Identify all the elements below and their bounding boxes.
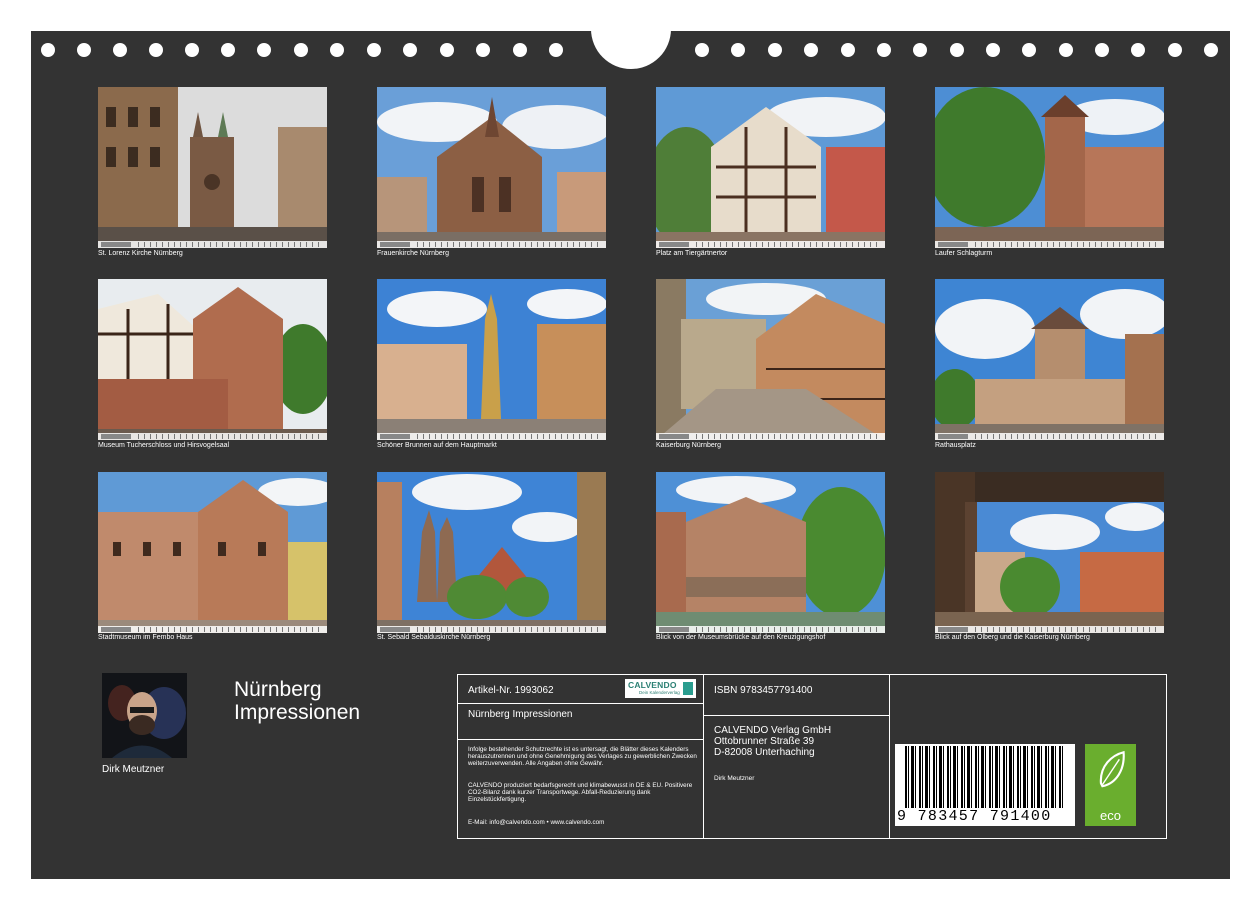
photo-laufer-schlagturm [935, 87, 1164, 248]
photo-oelberg-kaiserburg [935, 472, 1164, 633]
photo-caption: Blick auf den Ölberg und die Kaiserburg … [935, 634, 1090, 641]
eco-leaf-icon: eco [1085, 744, 1136, 826]
photo-caption: Kaiserburg Nürnberg [656, 442, 721, 449]
photo-caption: Schöner Brunnen auf dem Hauptmarkt [377, 442, 497, 449]
author-name: Dirk Meutzner [102, 764, 165, 775]
photo-st-lorenz [98, 87, 327, 248]
title-line-2: Impressionen [234, 701, 361, 724]
product-title: Nürnberg Impressionen [468, 709, 573, 720]
isbn-barcode: 9 783457 791400 [895, 744, 1075, 826]
photo-caption: Blick von der Museumsbrücke auf den Kreu… [656, 634, 826, 641]
publisher-column: ISBN 9783457791400 CALVENDO Verlag GmbH … [704, 675, 890, 838]
calendar-back-page: St. Lorenz Kirche Nürnberg Frauenkirche … [31, 11, 1230, 879]
author-portrait [102, 673, 187, 758]
photo-museumsbruecke [656, 472, 885, 633]
barcode-number: 9 783457 791400 [897, 808, 1052, 825]
photo-caption: Museum Tucherschloss und Hirsvogelsaal [98, 442, 230, 449]
product-info-column: Artikel-Nr. 1993062 CALVENDO Dein Kalend… [458, 675, 704, 838]
publisher-city: D-82008 Unterhaching [714, 747, 815, 758]
photo-caption: St. Sebald Sebalduskirche Nürnberg [377, 634, 491, 641]
photo-caption: Rathausplatz [935, 442, 976, 449]
photo-kaiserburg [656, 279, 885, 440]
photo-stadtmuseum-fembo [98, 472, 327, 633]
calvendo-logo: CALVENDO Dein Kalenderverlag [625, 679, 696, 698]
photo-frauenkirche [377, 87, 606, 248]
article-number: Artikel-Nr. 1993062 [468, 685, 554, 696]
isbn: ISBN 9783457791400 [714, 685, 813, 696]
photo-caption: St. Lorenz Kirche Nürnberg [98, 250, 183, 257]
info-author: Dirk Meutzner [714, 775, 755, 782]
photo-schoener-brunnen [377, 279, 606, 440]
photo-caption: Stadtmuseum im Fembo Haus [98, 634, 193, 641]
photo-caption: Laufer Schlagturm [935, 250, 993, 257]
product-info-box: Artikel-Nr. 1993062 CALVENDO Dein Kalend… [457, 674, 1167, 839]
barcode-column: 9 783457 791400 eco [890, 675, 1167, 838]
hanger-notch [591, 11, 671, 69]
contact-info: E-Mail: info@calvendo.com • www.calvendo… [468, 819, 605, 826]
title-line-1: Nürnberg [234, 678, 322, 701]
calendar-title: Nürnberg Impressionen [234, 678, 360, 724]
legal-notice: Infolge bestehender Schutzrechte ist es … [468, 746, 697, 767]
climate-notice: CALVENDO produziert bedarfsgerecht und k… [468, 782, 693, 803]
publisher-street: Ottobrunner Straße 39 [714, 736, 815, 747]
photo-tucherschloss [98, 279, 327, 440]
photo-st-sebald [377, 472, 606, 633]
photo-caption: Frauenkirche Nürnberg [377, 250, 449, 257]
publisher-name: CALVENDO Verlag GmbH [714, 725, 832, 736]
photo-rathausplatz [935, 279, 1164, 440]
photo-caption: Platz am Tiergärtnertor [656, 250, 728, 257]
photo-tiergaertnertor [656, 87, 885, 248]
